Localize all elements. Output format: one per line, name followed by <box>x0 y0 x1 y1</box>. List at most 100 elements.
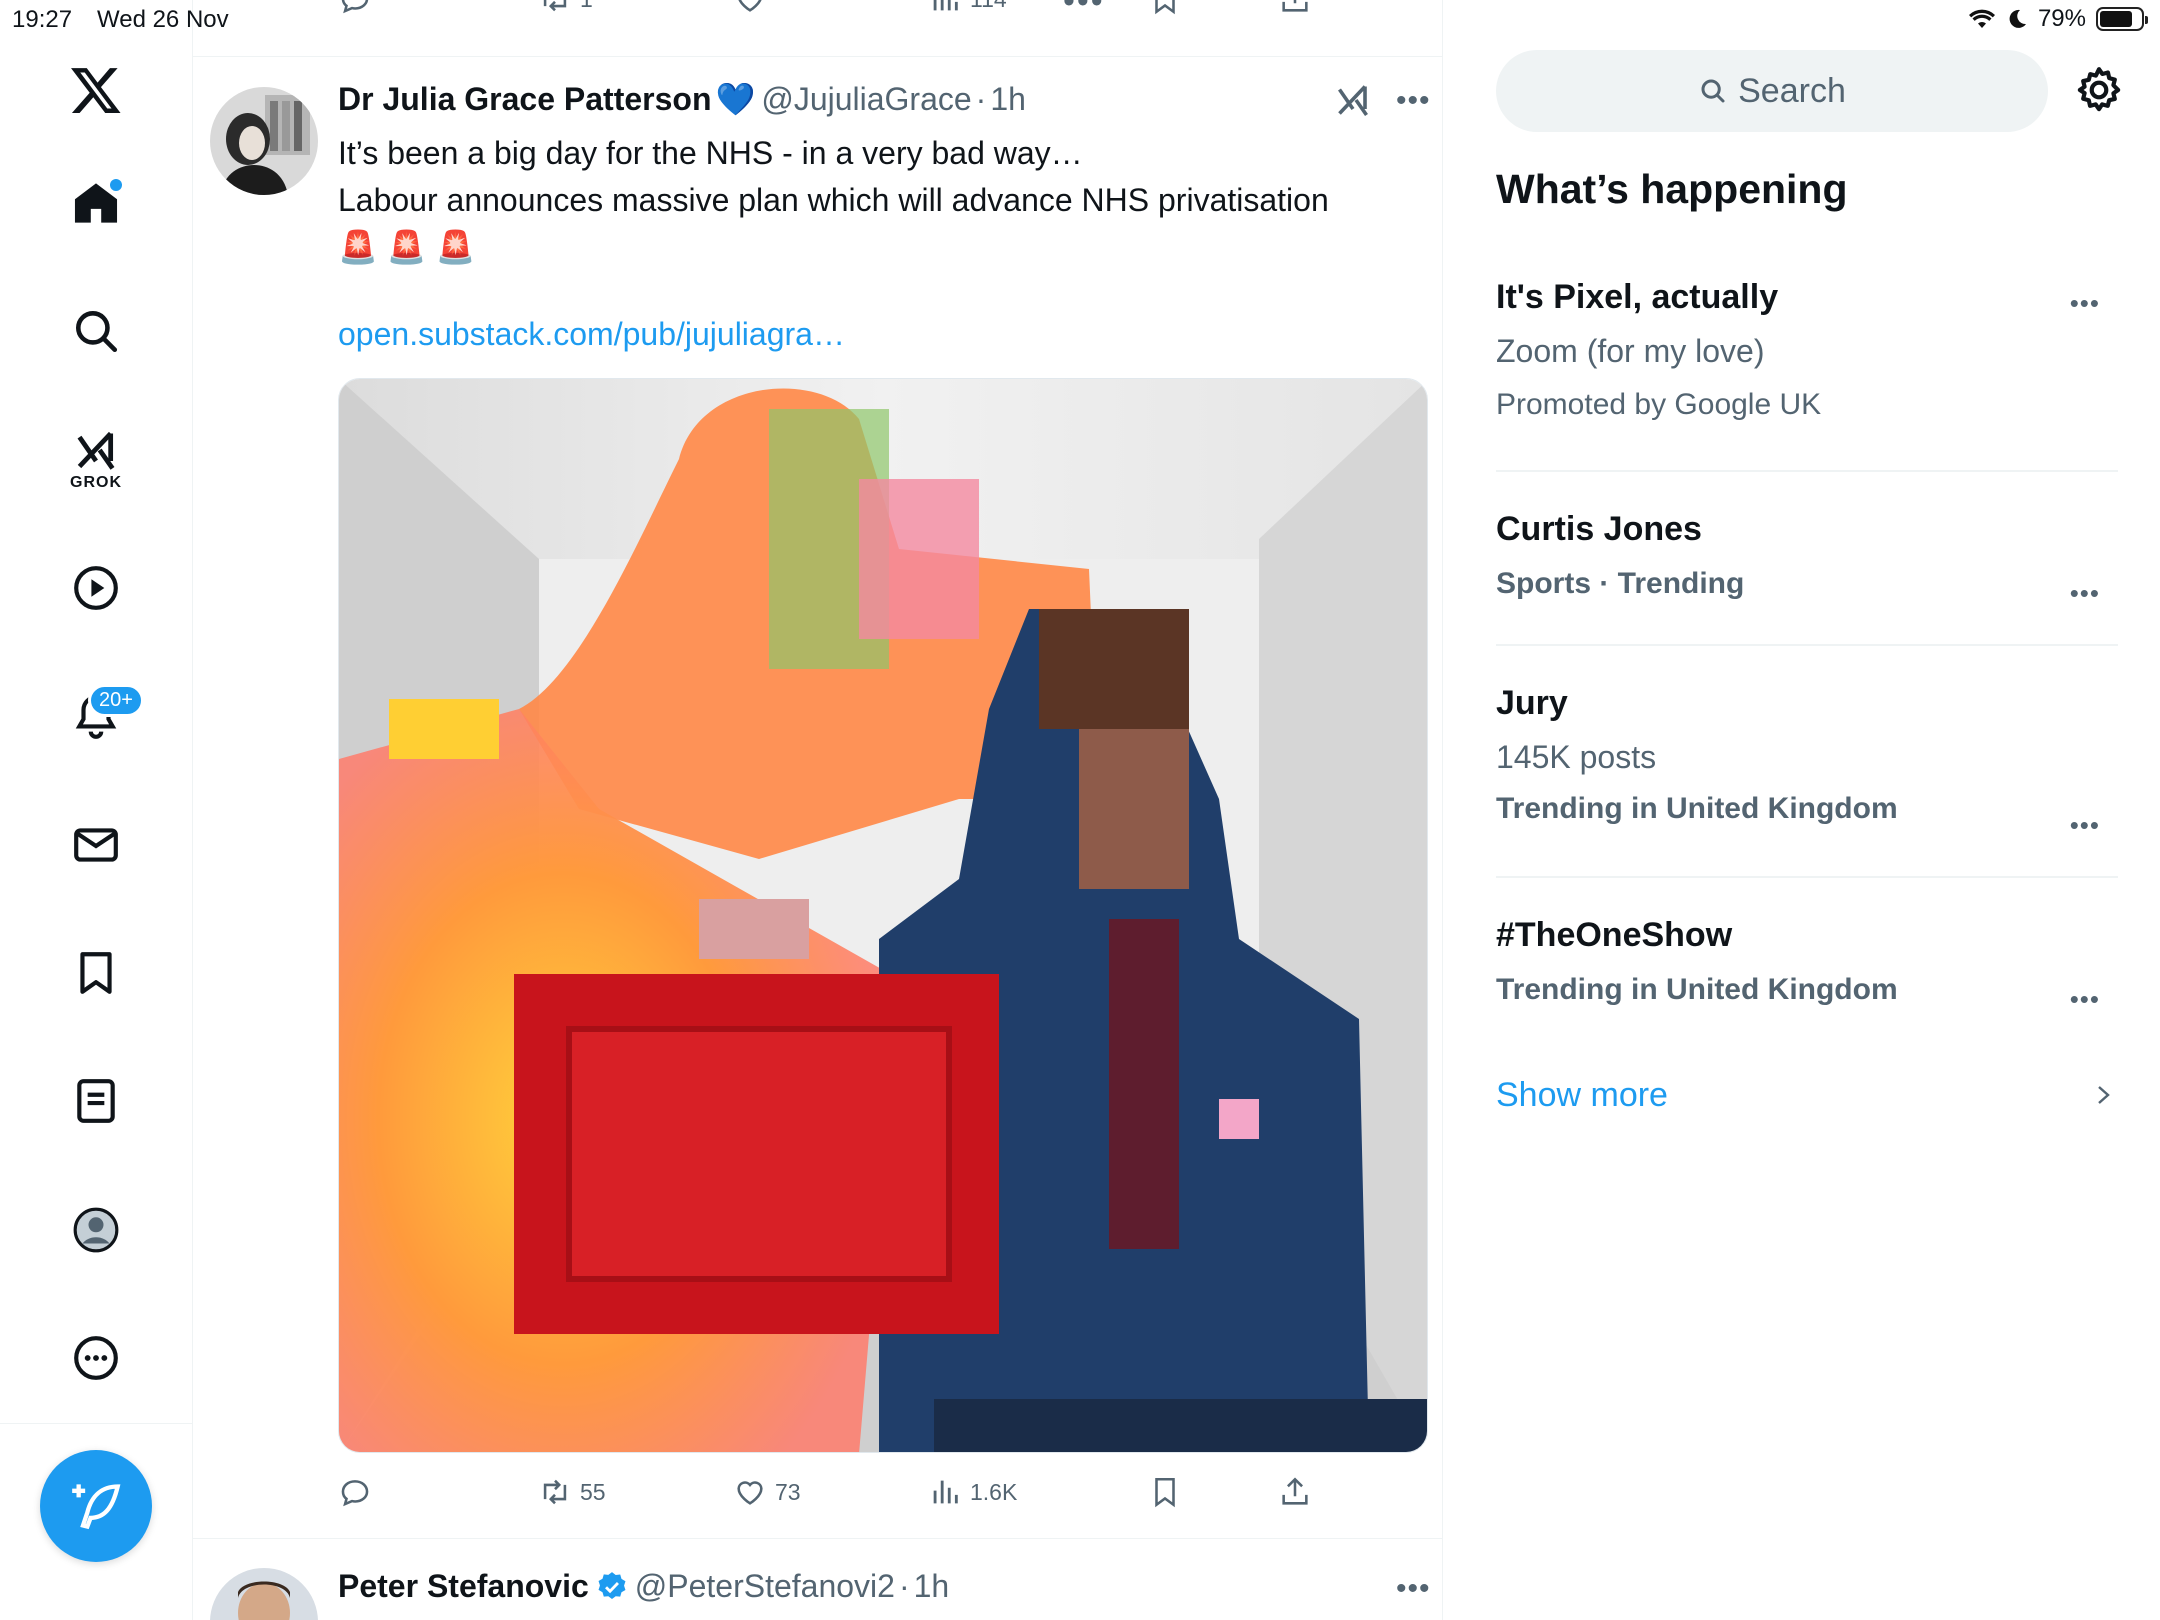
trend-more-button[interactable]: ••• <box>2070 578 2100 609</box>
trend-item[interactable]: Jury 145K posts Trending in United Kingd… <box>1496 684 2118 840</box>
search-input[interactable]: Search <box>1496 50 2048 132</box>
nav-messages[interactable] <box>46 795 146 895</box>
search-icon <box>76 311 118 353</box>
notifications-badge: 20+ <box>88 684 144 717</box>
section-title: What’s happening <box>1496 166 1848 212</box>
trend-title: Jury <box>1496 684 1568 722</box>
trend-more-button[interactable]: ••• <box>2070 984 2100 1015</box>
nav-more[interactable] <box>46 1308 146 1408</box>
verified-icon <box>598 1571 626 1599</box>
tweet-time[interactable]: 1h <box>914 1568 950 1605</box>
separator: · <box>898 1568 910 1604</box>
trend-meta: Trending in United Kingdom <box>1496 973 1898 1006</box>
tweet-divider <box>193 1538 1442 1539</box>
trend-post-count: 145K posts <box>1496 739 1657 775</box>
search-placeholder: Search <box>1738 71 1846 110</box>
grok-icon[interactable] <box>1335 82 1371 118</box>
trend-item[interactable]: It's Pixel, actually Zoom (for my love) … <box>1496 278 2118 422</box>
tweet-divider <box>193 56 1442 57</box>
x-logo-icon[interactable] <box>46 40 146 140</box>
bookmark-icon <box>1155 1477 1175 1508</box>
tweet-actions: 55 73 1.6K <box>338 1475 1318 1515</box>
views-button[interactable]: 1.6K <box>928 1475 1017 1509</box>
status-time: 19:27 <box>12 6 73 33</box>
author-name[interactable]: Dr Julia Grace Patterson <box>338 81 711 118</box>
show-more-link[interactable]: Show more <box>1496 1076 1668 1115</box>
video-icon <box>74 566 118 610</box>
profile-icon <box>73 1207 119 1253</box>
grok-label: GROK <box>70 474 122 491</box>
trend-divider <box>1496 876 2118 878</box>
blue-heart-emoji: 💙 <box>715 81 756 117</box>
author-handle[interactable]: @JujuliaGrace <box>761 81 971 118</box>
avatar[interactable] <box>210 87 318 195</box>
status-bar: 19:27 Wed 26 Nov 79% <box>0 0 2160 40</box>
tweet-header: Peter Stefanovic @PeterStefanovi2 · 1h <box>338 1568 949 1605</box>
more-circle-icon <box>74 1336 118 1380</box>
tweet-text-line: Labour announces massive plan which will… <box>338 182 1329 218</box>
author-handle[interactable]: @PeterStefanovi2 <box>635 1568 895 1605</box>
tweet-header: Dr Julia Grace Patterson 💙 @JujuliaGrace… <box>338 80 1026 118</box>
trend-title: It's Pixel, actually <box>1496 278 1779 316</box>
avatar[interactable] <box>210 1568 318 1620</box>
trend-divider <box>1496 470 2118 472</box>
like-button[interactable]: 73 <box>733 1475 801 1509</box>
right-sidebar: Search What’s happening It's Pixel, actu… <box>1444 0 2160 1620</box>
trend-divider <box>1496 644 2118 646</box>
like-icon <box>737 1481 763 1505</box>
siren-emojis: 🚨 🚨 🚨 <box>338 229 476 265</box>
trend-more-button[interactable]: ••• <box>2070 288 2100 319</box>
wifi-icon <box>1968 9 1995 28</box>
trend-subtitle: Zoom (for my love) <box>1496 333 1765 369</box>
trend-title: #TheOneShow <box>1496 916 1733 954</box>
separator: · <box>975 80 987 117</box>
sidebar: GROK 20+ <box>0 0 193 1620</box>
nav-bookmarks[interactable] <box>46 923 146 1023</box>
views-icon <box>933 1480 958 1504</box>
tweet-text: It’s been a big day for the NHS - in a v… <box>338 130 1398 271</box>
trend-promoted: Promoted by Google UK <box>1496 388 1822 421</box>
reply-button[interactable] <box>338 1475 372 1509</box>
nav-profile[interactable] <box>46 1180 146 1280</box>
tweet-more-button[interactable]: ••• <box>1396 1572 1431 1606</box>
trend-more-button[interactable]: ••• <box>2070 810 2100 841</box>
chevron-right-icon <box>2098 1086 2110 1104</box>
tweet-more-button[interactable]: ••• <box>1396 84 1431 118</box>
compose-icon <box>72 1484 121 1530</box>
trend-title: Curtis Jones <box>1496 510 1702 548</box>
tweet-text-line: It’s been a big day for the NHS - in a v… <box>338 135 1083 171</box>
compose-button[interactable] <box>40 1450 152 1562</box>
timeline: 1 114 ••• <box>193 0 1443 1620</box>
status-date: Wed 26 Nov <box>97 6 229 33</box>
list-icon <box>77 1079 115 1123</box>
tweet-image[interactable] <box>338 378 1428 1453</box>
mail-icon <box>74 828 118 862</box>
nav-grok[interactable]: GROK <box>46 410 146 510</box>
nav-notifications[interactable]: 20+ <box>46 666 146 766</box>
author-name[interactable]: Peter Stefanovic <box>338 1568 589 1605</box>
search-icon <box>1701 79 1725 103</box>
retweet-icon <box>543 1479 567 1505</box>
trend-item[interactable]: Curtis Jones Sports · Trending ••• <box>1496 510 2118 608</box>
home-unread-dot <box>110 179 122 191</box>
battery-icon <box>2096 7 2148 31</box>
grok-icon <box>77 431 115 470</box>
moon-icon <box>2009 9 2026 28</box>
tweet-link[interactable]: open.substack.com/pub/jujuliagra… <box>338 316 845 353</box>
share-button[interactable] <box>1278 1475 1312 1509</box>
battery-percent: 79% <box>2037 5 2086 32</box>
bookmark-button[interactable] <box>1148 1475 1182 1509</box>
share-icon <box>1282 1477 1308 1505</box>
gear-icon[interactable] <box>2074 65 2124 115</box>
nav-video[interactable] <box>46 538 146 638</box>
nav-explore[interactable] <box>46 281 146 381</box>
retweet-button[interactable]: 55 <box>538 1475 606 1509</box>
retweet-count: 55 <box>580 1478 606 1505</box>
trend-item[interactable]: #TheOneShow Trending in United Kingdom •… <box>1496 916 2118 1014</box>
nav-lists[interactable] <box>46 1051 146 1151</box>
trend-meta: Sports · Trending <box>1496 567 1745 600</box>
tweet-time[interactable]: 1h <box>990 81 1026 118</box>
views-count: 1.6K <box>970 1478 1018 1505</box>
nav-home[interactable] <box>46 153 146 253</box>
sidebar-divider <box>0 1423 193 1424</box>
